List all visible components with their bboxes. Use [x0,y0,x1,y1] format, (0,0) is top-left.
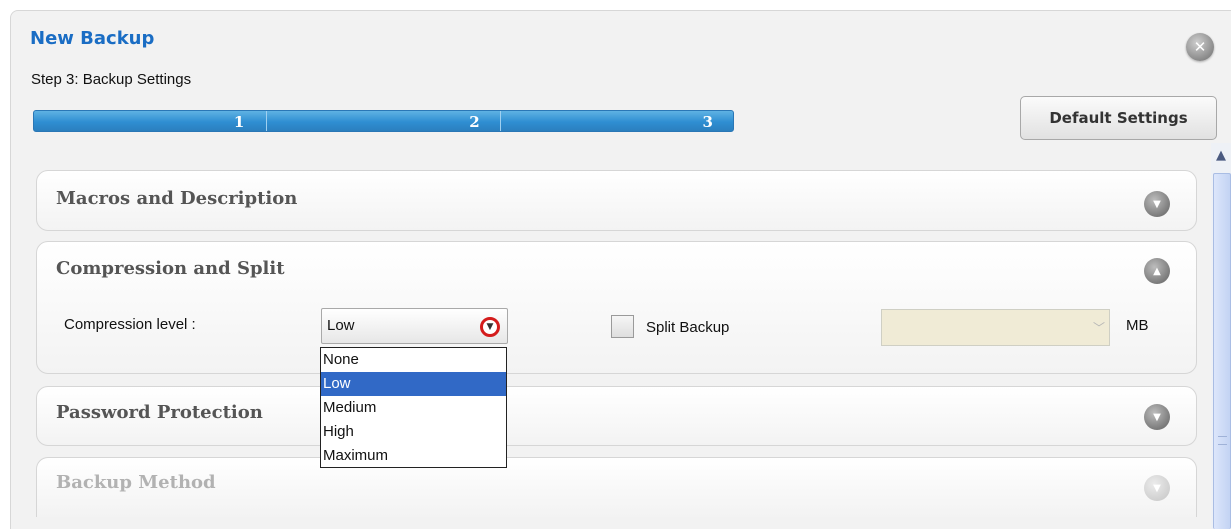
scrollbar-thumb[interactable] [1213,173,1231,529]
panel-compression-split: Compression and Split ▲ [36,241,1197,374]
split-backup-label[interactable]: Split Backup [646,319,729,336]
progress-step-1: 1 [34,111,268,131]
dropdown-option[interactable]: Medium [321,396,506,420]
panel-title[interactable]: Compression and Split [56,258,285,279]
compression-level-value: Low [327,317,355,334]
compression-level-select[interactable]: Low ▼ [321,308,508,344]
progress-step-3: 3 [501,111,733,131]
panel-title: Macros and Description [56,188,298,209]
scroll-up-icon[interactable]: ▲ [1211,143,1231,170]
collapse-toggle-icon[interactable]: ▲ [1144,258,1170,284]
chevron-down-icon: ﹀ [1092,321,1105,335]
default-settings-button[interactable]: Default Settings [1020,96,1217,140]
panel-title: Backup Method [56,472,216,493]
dropdown-option[interactable]: None [321,348,506,372]
dropdown-option[interactable]: Low [321,372,506,396]
compression-level-dropdown: None Low Medium High Maximum [320,347,507,468]
panel-macros-description[interactable]: Macros and Description ▼ [36,170,1197,231]
close-icon[interactable]: ✕ [1186,33,1214,61]
panel-backup-method: Backup Method ▼ [36,457,1197,517]
expand-toggle-icon: ▼ [1144,475,1170,501]
progress-step-label: 1 [233,113,245,131]
progress-step-label: 3 [702,113,713,131]
grip-icon [1218,436,1227,445]
expand-toggle-icon[interactable]: ▼ [1144,191,1170,217]
step-title: Step 3: Backup Settings [31,71,192,88]
vertical-scrollbar[interactable]: ▲ [1211,143,1231,529]
compression-level-label: Compression level : [64,316,196,333]
panel-title: Password Protection [56,402,263,423]
dialog-title: New Backup [30,28,155,49]
dropdown-option[interactable]: Maximum [321,444,506,468]
progress-step-label: 2 [469,113,480,131]
progress-step-2: 2 [267,111,501,131]
dropdown-option[interactable]: High [321,420,506,444]
panel-password-protection[interactable]: Password Protection ▼ [36,386,1197,446]
split-size-unit-label: MB [1126,317,1149,334]
dropdown-arrow-icon[interactable]: ▼ [480,317,500,337]
expand-toggle-icon[interactable]: ▼ [1144,404,1170,430]
step-progress-bar: 1 2 3 [33,110,734,132]
split-backup-checkbox[interactable] [611,315,634,338]
split-size-select: ﹀ [881,309,1110,346]
